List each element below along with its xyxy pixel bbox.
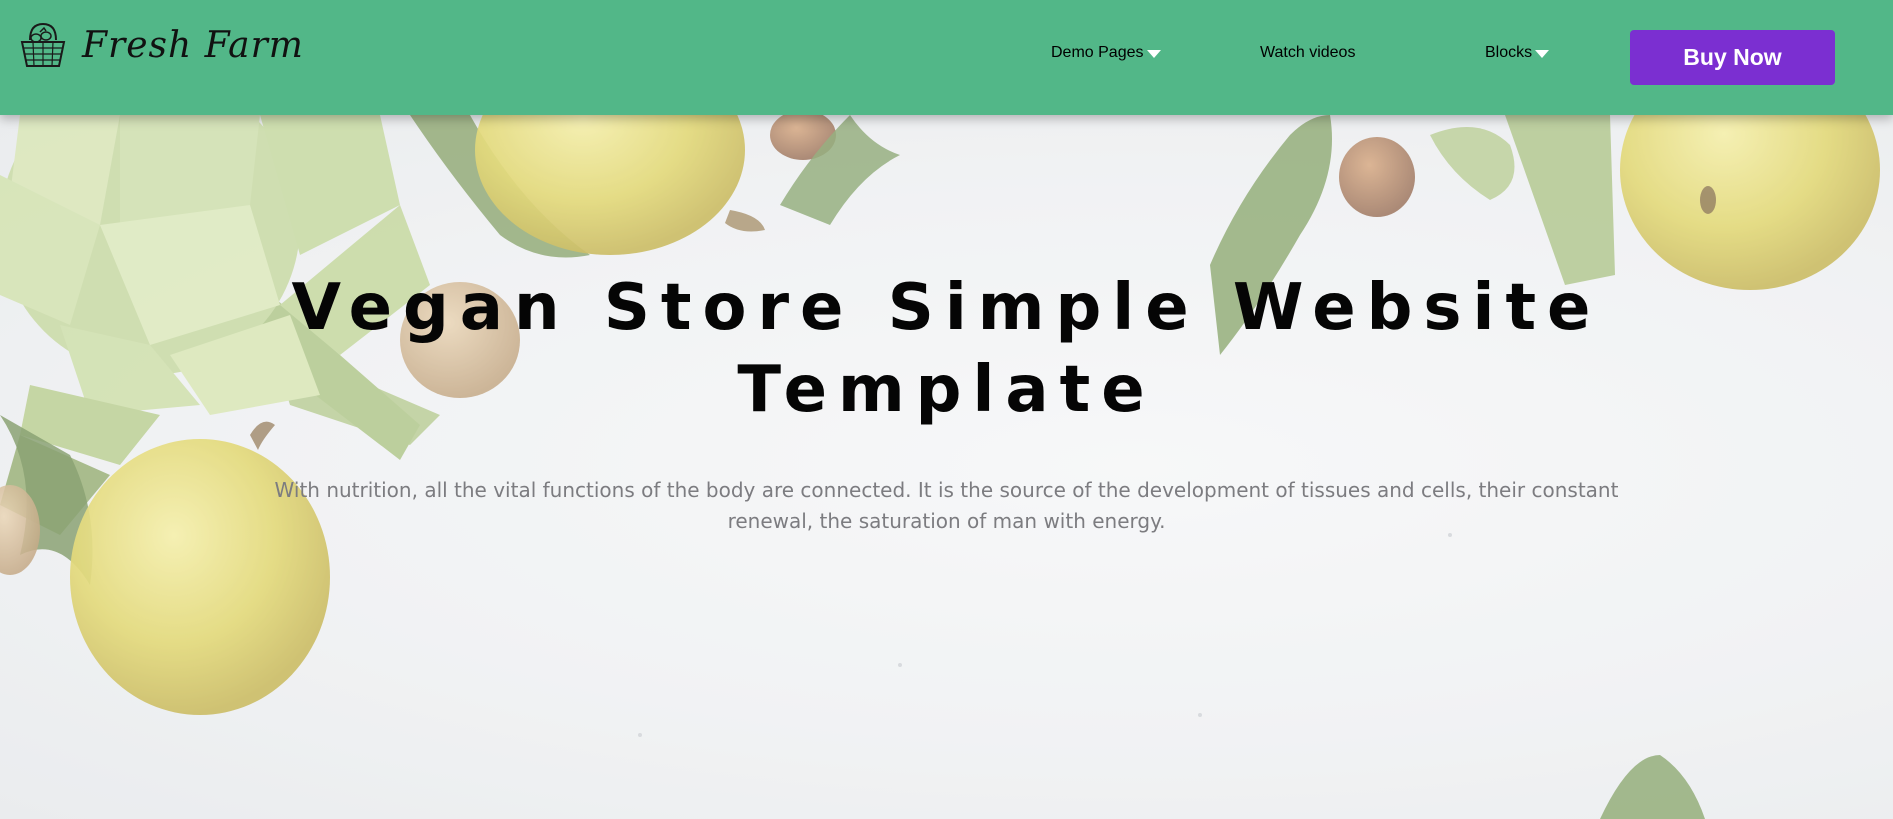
hero-overlay xyxy=(0,115,1893,819)
hero-title: Vegan Store Simple Website Template xyxy=(291,271,1602,427)
hero-section: Vegan Store Simple Website Template With… xyxy=(0,115,1893,819)
hero-subtitle: With nutrition, all the vital functions … xyxy=(274,478,1619,533)
nav-watch-videos[interactable]: Watch videos xyxy=(1260,44,1355,62)
chevron-down-icon xyxy=(1146,50,1161,58)
chevron-down-icon xyxy=(1535,50,1550,58)
nav-demo-pages-label: Demo Pages xyxy=(1051,44,1144,61)
nav-watch-videos-label: Watch videos xyxy=(1260,44,1356,61)
buy-now-button[interactable]: Buy Now xyxy=(1630,30,1835,85)
nav-blocks-label: Blocks xyxy=(1485,44,1533,61)
nav-demo-pages[interactable]: Demo Pages xyxy=(1051,44,1161,62)
page: Fresh Farm Demo Pages Watch videos Block… xyxy=(0,0,1893,819)
nav-blocks[interactable]: Blocks xyxy=(1485,44,1550,62)
top-navbar: Fresh Farm Demo Pages Watch videos Block… xyxy=(0,0,1893,115)
brand-name: Fresh Farm xyxy=(82,24,304,66)
brand-logo[interactable]: Fresh Farm xyxy=(16,18,304,72)
basket-icon xyxy=(20,22,66,67)
